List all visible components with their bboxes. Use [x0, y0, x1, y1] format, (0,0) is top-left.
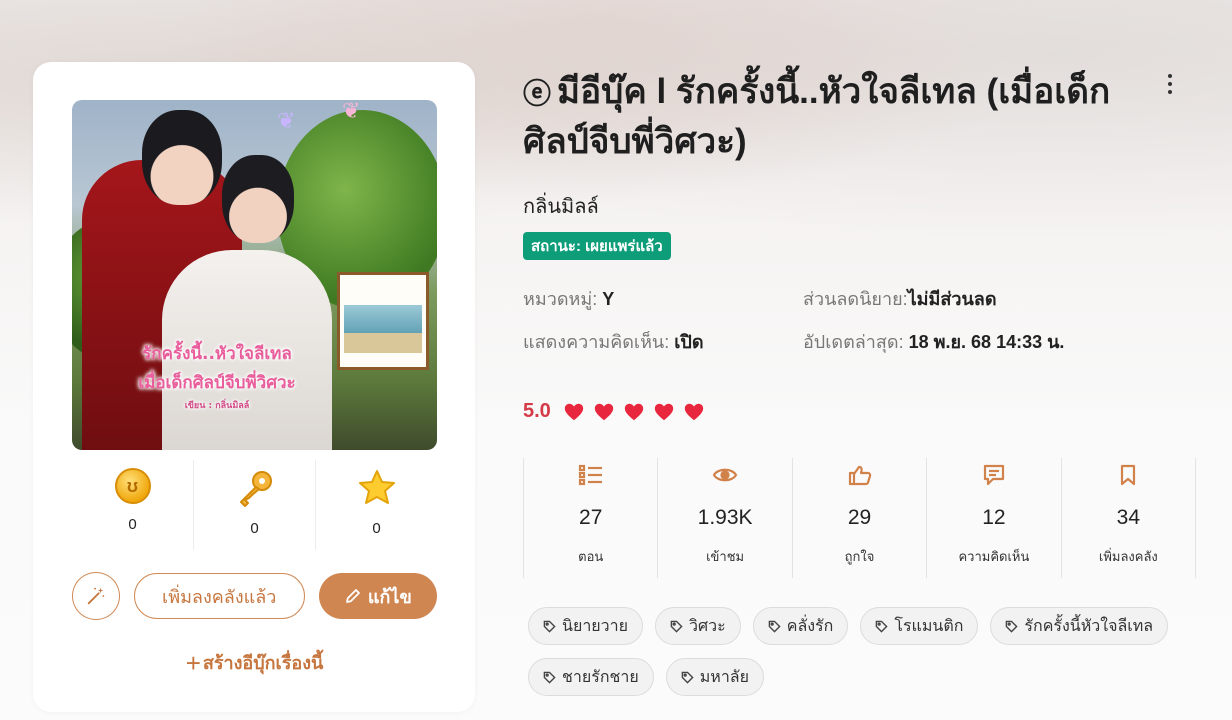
edit-button[interactable]: แก้ไข	[318, 573, 437, 619]
eye-icon	[712, 468, 738, 482]
tag-chip[interactable]: นิยายวาย	[528, 607, 644, 645]
discount-label: ส่วนลดนิยาย:	[803, 289, 908, 309]
cover-title-art: รักครั้งนี้..หัวใจลีเทล เมื่อเด็กศิลป์จี…	[138, 344, 296, 411]
tag-label: นิยายวาย	[562, 617, 629, 635]
butterfly-icon: ❦	[277, 108, 296, 133]
stat-label: ถูกใจ	[844, 549, 875, 564]
stat-label: เพิ่มลงคลัง	[1098, 549, 1158, 564]
stat-value: 34	[1116, 506, 1140, 529]
plus-icon: +	[185, 648, 201, 678]
thumb-up-icon	[848, 465, 871, 486]
stat-value: 12	[982, 506, 1006, 529]
category-meta: หมวดหมู่: Y	[523, 284, 614, 313]
stat-library: 34 เพิ่มลงคลัง	[1062, 458, 1197, 578]
tag-label: รักครั้งนี้หัวใจลีเทล	[1024, 617, 1154, 635]
tag-icon	[681, 671, 694, 684]
butterfly-icon: ❦	[342, 100, 361, 123]
magic-wand-icon	[87, 587, 105, 605]
category-label: หมวดหมู่:	[523, 289, 598, 309]
edit-button-label: แก้ไข	[367, 586, 412, 607]
discount-value: ไม่มีส่วนลด	[907, 289, 997, 309]
key-stat: 0	[193, 460, 315, 550]
card-actions: เพิ่มลงคลังแล้ว แก้ไข	[72, 572, 437, 620]
stat-views: 1.93K เข้าชม	[658, 458, 793, 578]
list-icon	[578, 464, 602, 486]
stat-label: เข้าชม	[706, 549, 745, 564]
tag-chip[interactable]: รักครั้งนี้หัวใจลีเทล	[990, 607, 1169, 645]
stat-label: ความคิดเห็น	[958, 549, 1030, 564]
book-title-text: มีอีบุ๊ค l รักครั้งนี้..หัวใจลีเทล (เมื่…	[523, 72, 1111, 161]
tag-chip[interactable]: วิศวะ	[655, 607, 741, 645]
story-stats: 27 ตอน 1.93K เข้าชม 29 ถูกใจ 12 ความคิดเ…	[523, 458, 1197, 578]
key-icon	[239, 471, 272, 507]
tag-label: ชายรักชาย	[562, 668, 639, 686]
tag-label: โรแมนติก	[894, 617, 964, 635]
tag-icon	[543, 671, 556, 684]
tag-list: นิยายวาย วิศวะ คลั่งรัก โรแมนติก รักครั้…	[528, 607, 1188, 696]
tag-icon	[1006, 620, 1018, 633]
book-cover-image[interactable]: ❦ ❦ รักครั้งนี้..หัวใจลีเทล เมื่อเด็กศิล…	[72, 100, 437, 450]
ebook-icon: ⓔ	[523, 78, 552, 109]
create-ebook-link[interactable]: + สร้างอีบุ๊กเรื่องนี้	[72, 648, 437, 679]
stat-value: 1.93K	[697, 506, 753, 529]
book-title: ⓔ มีอีบุ๊ค l รักครั้งนี้..หัวใจลีเทล (เมื…	[523, 68, 1123, 166]
stat-label: ตอน	[578, 549, 604, 564]
magic-wand-button[interactable]	[72, 572, 120, 620]
stat-likes: 29 ถูกใจ	[793, 458, 928, 578]
coin-stat: ʊ 0	[72, 460, 193, 550]
comments-value: เปิด	[674, 332, 704, 352]
heart-icon	[684, 403, 703, 420]
status-badge: สถานะ: เผยแพร่แล้ว	[523, 232, 671, 260]
tag-icon	[768, 620, 781, 633]
author-name[interactable]: กลิ่นมิลล์	[523, 190, 599, 222]
tag-label: มหาลัย	[699, 668, 749, 686]
key-count: 0	[250, 520, 259, 537]
comments-meta: แสดงความคิดเห็น: เปิด	[523, 327, 704, 356]
tag-label: คลั่งรัก	[786, 617, 834, 635]
star-stat: 0	[315, 460, 437, 550]
add-to-library-button[interactable]: เพิ่มลงคลังแล้ว	[133, 573, 305, 619]
star-count: 0	[372, 520, 381, 537]
rating-score: 5.0	[523, 400, 551, 422]
stat-comments: 12 ความคิดเห็น	[927, 458, 1062, 578]
star-icon	[358, 470, 395, 504]
easel-painting	[337, 272, 429, 370]
stat-value: 29	[847, 506, 872, 529]
bookmark-icon	[1121, 464, 1136, 486]
updated-meta: อัปเดตล่าสุด: 18 พ.ย. 68 14:33 น.	[803, 327, 1064, 356]
heart-icon	[594, 403, 613, 420]
comments-label: แสดงความคิดเห็น:	[523, 332, 670, 352]
comment-icon	[983, 464, 1005, 486]
rating: 5.0	[523, 400, 705, 423]
discount-meta: ส่วนลดนิยาย:ไม่มีส่วนลด	[803, 284, 997, 313]
coin-count: 0	[128, 516, 137, 533]
tag-icon	[876, 620, 888, 633]
book-card: ❦ ❦ รักครั้งนี้..หัวใจลีเทล เมื่อเด็กศิล…	[33, 62, 475, 712]
card-stats: ʊ 0 0 0	[72, 460, 437, 550]
tag-icon	[543, 620, 556, 633]
updated-label: อัปเดตล่าสุด:	[803, 332, 904, 352]
tag-chip[interactable]: คลั่งรัก	[752, 607, 849, 645]
heart-icon	[624, 403, 643, 420]
stat-episodes: 27 ตอน	[524, 458, 659, 578]
coin-icon: ʊ	[114, 468, 151, 504]
heart-icon	[564, 403, 583, 420]
create-ebook-label: สร้างอีบุ๊กเรื่องนี้	[202, 653, 324, 673]
stat-value: 27	[579, 506, 603, 529]
category-value: Y	[602, 289, 615, 309]
tag-chip[interactable]: โรแมนติก	[860, 607, 979, 645]
more-options-icon[interactable]	[1160, 74, 1180, 104]
tag-icon	[670, 620, 683, 633]
tag-chip[interactable]: ชายรักชาย	[528, 658, 654, 696]
pencil-icon	[346, 589, 360, 603]
tag-chip[interactable]: มหาลัย	[665, 658, 764, 696]
updated-value: 18 พ.ย. 68 14:33 น.	[908, 332, 1065, 352]
tag-label: วิศวะ	[689, 617, 726, 635]
heart-icon	[654, 403, 673, 420]
